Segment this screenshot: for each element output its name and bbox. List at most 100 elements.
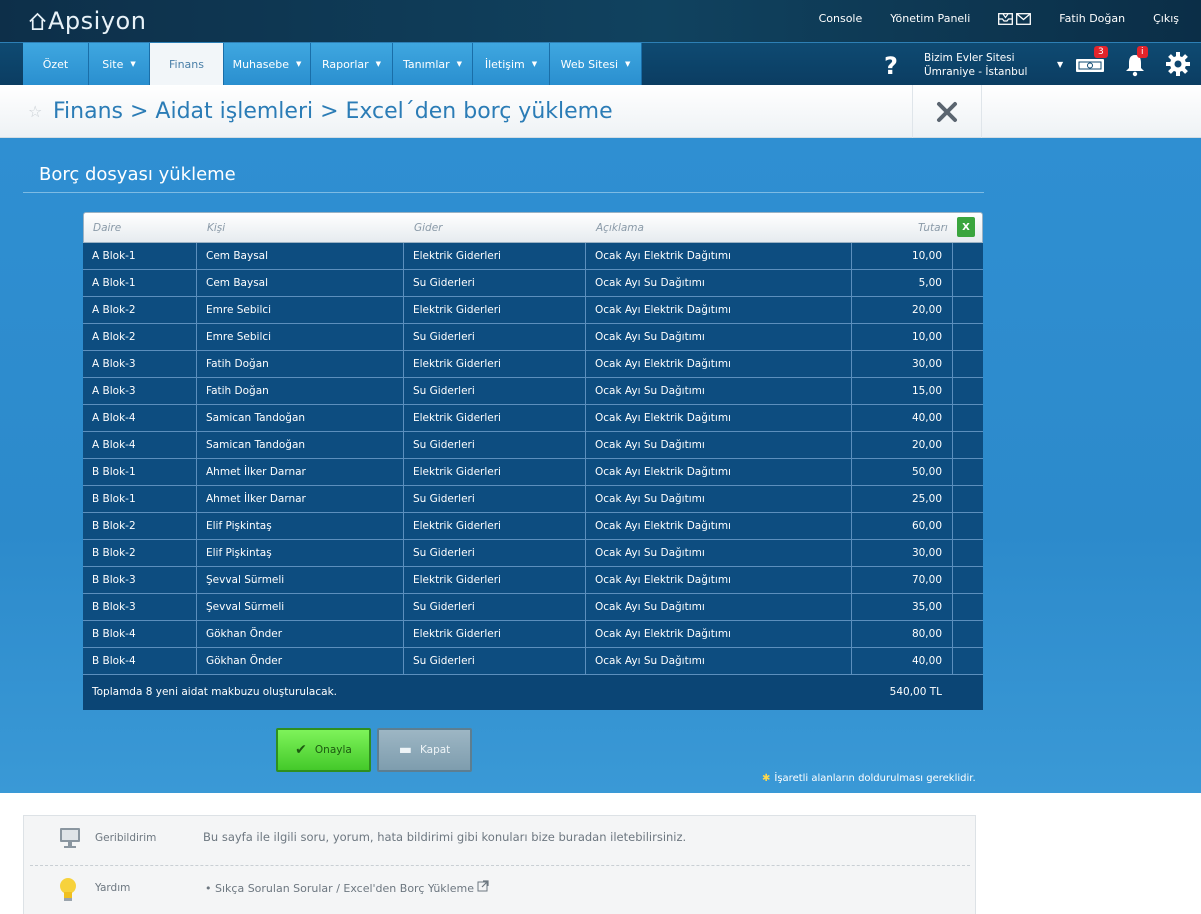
- cell-aciklama: Ocak Ayı Su Dağıtımı: [586, 486, 852, 512]
- cell-tutar: 60,00: [852, 513, 953, 539]
- cell-aciklama: Ocak Ayı Elektrik Dağıtımı: [586, 297, 852, 323]
- app-logo[interactable]: Apsiyon: [28, 7, 146, 35]
- inbox-icon[interactable]: [998, 12, 1014, 25]
- cell-gider: Elektrik Giderleri: [404, 459, 586, 485]
- gear-icon[interactable]: [1165, 51, 1191, 80]
- nav-tab-6[interactable]: İletişim ▼: [473, 43, 550, 85]
- col-header-kisi[interactable]: Kişi: [207, 222, 225, 234]
- cell-kisi: Şevval Sürmeli: [197, 594, 404, 620]
- feedback-label: Geribildirim: [95, 832, 157, 844]
- check-icon: ✔: [295, 742, 307, 758]
- nav-tab-3[interactable]: Muhasebe ▼: [224, 43, 311, 85]
- section-divider: [23, 192, 984, 193]
- lightbulb-icon: [60, 878, 76, 901]
- table-row[interactable]: A Blok-3 Fatih Doğan Su Giderleri Ocak Ayı …: [83, 378, 983, 405]
- logout-link[interactable]: Çıkış: [1153, 12, 1179, 25]
- col-header-gider[interactable]: Gider: [414, 222, 443, 234]
- cell-kisi: Şevval Sürmeli: [197, 567, 404, 593]
- site-selector[interactable]: Bizim Evler Sitesi Ümraniye - İstanbul: [924, 51, 1027, 79]
- table-row[interactable]: A Blok-1 Cem Baysal Su Giderleri Ocak Ayı S…: [83, 270, 983, 297]
- cell-kisi: Cem Baysal: [197, 270, 404, 296]
- cell-gider: Elektrik Giderleri: [404, 243, 586, 269]
- confirm-button[interactable]: ✔ Onayla: [276, 728, 371, 772]
- close-icon: [937, 101, 957, 122]
- nav-tab-0[interactable]: Özet: [23, 43, 89, 85]
- nav-tabs: Özet Site ▼ Finans Muhasebe ▼ Raporlar ▼ Tanımla…: [23, 43, 642, 85]
- feedback-text: Bu sayfa ile ilgili soru, yorum, hata bi…: [203, 830, 687, 844]
- col-header-aciklama[interactable]: Açıklama: [596, 222, 644, 234]
- col-header-daire[interactable]: Daire: [93, 222, 121, 234]
- site-dropdown-icon[interactable]: ▼: [1057, 60, 1063, 69]
- cell-spacer: [953, 486, 983, 512]
- nav-tab-label: Finans: [169, 57, 204, 71]
- nav-tab-1[interactable]: Site ▼: [89, 43, 150, 85]
- cell-gider: Su Giderleri: [404, 486, 586, 512]
- table-row[interactable]: B Blok-2 Elif Pişkintaş Elektrik Giderleri…: [83, 513, 983, 540]
- cell-daire: A Blok-1: [83, 270, 197, 296]
- money-icon[interactable]: 3: [1075, 46, 1108, 78]
- table-row[interactable]: A Blok-4 Samican Tandoğan Elektrik Giderle…: [83, 405, 983, 432]
- console-link[interactable]: Console: [819, 12, 863, 25]
- table-row[interactable]: B Blok-4 Gökhan Önder Elektrik Giderleri Oc…: [83, 621, 983, 648]
- cell-gider: Elektrik Giderleri: [404, 297, 586, 323]
- top-bar: Apsiyon Console Yönetim Paneli Fatih Doğ…: [0, 0, 1201, 42]
- table-body: A Blok-1 Cem Baysal Elektrik Giderleri Ocak…: [83, 243, 983, 675]
- bell-icon[interactable]: i: [1124, 46, 1148, 80]
- table-row[interactable]: B Blok-4 Gökhan Önder Su Giderleri Ocak Ayı…: [83, 648, 983, 675]
- cell-gider: Su Giderleri: [404, 324, 586, 350]
- nav-tab-7[interactable]: Web Sitesi ▼: [550, 43, 642, 85]
- cell-spacer: [953, 459, 983, 485]
- cell-gider: Elektrik Giderleri: [404, 405, 586, 431]
- cell-gider: Su Giderleri: [404, 540, 586, 566]
- home-icon: [29, 12, 46, 30]
- close-button[interactable]: ▬ Kapat: [377, 728, 472, 772]
- cell-daire: A Blok-3: [83, 378, 197, 404]
- cell-tutar: 30,00: [852, 351, 953, 377]
- table-row[interactable]: A Blok-4 Samican Tandoğan Su Giderleri Ocak…: [83, 432, 983, 459]
- cell-gider: Su Giderleri: [404, 432, 586, 458]
- feedback-row[interactable]: Geribildirim Bu sayfa ile ilgili soru, y…: [24, 816, 975, 864]
- table-row[interactable]: B Blok-3 Şevval Sürmeli Su Giderleri Ocak A…: [83, 594, 983, 621]
- table-row[interactable]: A Blok-2 Emre Sebilci Su Giderleri Ocak Ayı…: [83, 324, 983, 351]
- cell-daire: B Blok-4: [83, 621, 197, 647]
- cell-tutar: 5,00: [852, 270, 953, 296]
- nav-tab-2[interactable]: Finans: [150, 43, 224, 85]
- cell-aciklama: Ocak Ayı Su Dağıtımı: [586, 270, 852, 296]
- cell-kisi: Fatih Doğan: [197, 378, 404, 404]
- favorite-star-icon[interactable]: ☆: [28, 102, 42, 121]
- chevron-down-icon: ▼: [456, 60, 463, 68]
- close-page-button[interactable]: [912, 85, 982, 138]
- nav-tab-label: İletişim: [484, 57, 525, 71]
- col-header-tutar[interactable]: Tutarı: [918, 222, 948, 234]
- table-row[interactable]: A Blok-1 Cem Baysal Elektrik Giderleri Ocak…: [83, 243, 983, 270]
- nav-tab-4[interactable]: Raporlar ▼: [311, 43, 393, 85]
- admin-panel-link[interactable]: Yönetim Paneli: [890, 12, 970, 25]
- chevron-down-icon: ▼: [375, 60, 382, 68]
- required-fields-note: ✱ İşaretli alanların doldurulması gerekli…: [762, 773, 976, 784]
- cell-gider: Elektrik Giderleri: [404, 621, 586, 647]
- help-icon[interactable]: ?: [884, 52, 898, 80]
- table-row[interactable]: A Blok-2 Emre Sebilci Elektrik Giderleri Oc…: [83, 297, 983, 324]
- cell-aciklama: Ocak Ayı Elektrik Dağıtımı: [586, 351, 852, 377]
- total-amount: 540,00 TL: [889, 686, 942, 698]
- page-footer: Geribildirim Bu sayfa ile ilgili soru, y…: [0, 793, 1201, 914]
- table-row[interactable]: B Blok-1 Ahmet İlker Darnar Su Giderleri Oc…: [83, 486, 983, 513]
- cell-tutar: 70,00: [852, 567, 953, 593]
- chevron-down-icon: ▼: [296, 60, 302, 68]
- help-link[interactable]: • Sıkça Sorulan Sorular / Excel'den Borç…: [205, 880, 490, 895]
- excel-export-icon[interactable]: X: [957, 217, 975, 237]
- message-icons[interactable]: [998, 12, 1032, 25]
- table-row[interactable]: B Blok-1 Ahmet İlker Darnar Elektrik Gider…: [83, 459, 983, 486]
- cell-daire: A Blok-4: [83, 405, 197, 431]
- cell-aciklama: Ocak Ayı Elektrik Dağıtımı: [586, 621, 852, 647]
- cell-tutar: 20,00: [852, 432, 953, 458]
- user-name-link[interactable]: Fatih Doğan: [1059, 12, 1125, 25]
- table-row[interactable]: A Blok-3 Fatih Doğan Elektrik Giderleri Oca…: [83, 351, 983, 378]
- cell-daire: A Blok-2: [83, 297, 197, 323]
- nav-tab-5[interactable]: Tanımlar ▼: [393, 43, 473, 85]
- cell-kisi: Cem Baysal: [197, 243, 404, 269]
- main-content: Borç dosyası yükleme Daire Kişi Gider Aç…: [0, 139, 1201, 793]
- mail-icon[interactable]: [1016, 12, 1032, 25]
- table-row[interactable]: B Blok-3 Şevval Sürmeli Elektrik Giderleri…: [83, 567, 983, 594]
- table-row[interactable]: B Blok-2 Elif Pişkintaş Su Giderleri Ocak A…: [83, 540, 983, 567]
